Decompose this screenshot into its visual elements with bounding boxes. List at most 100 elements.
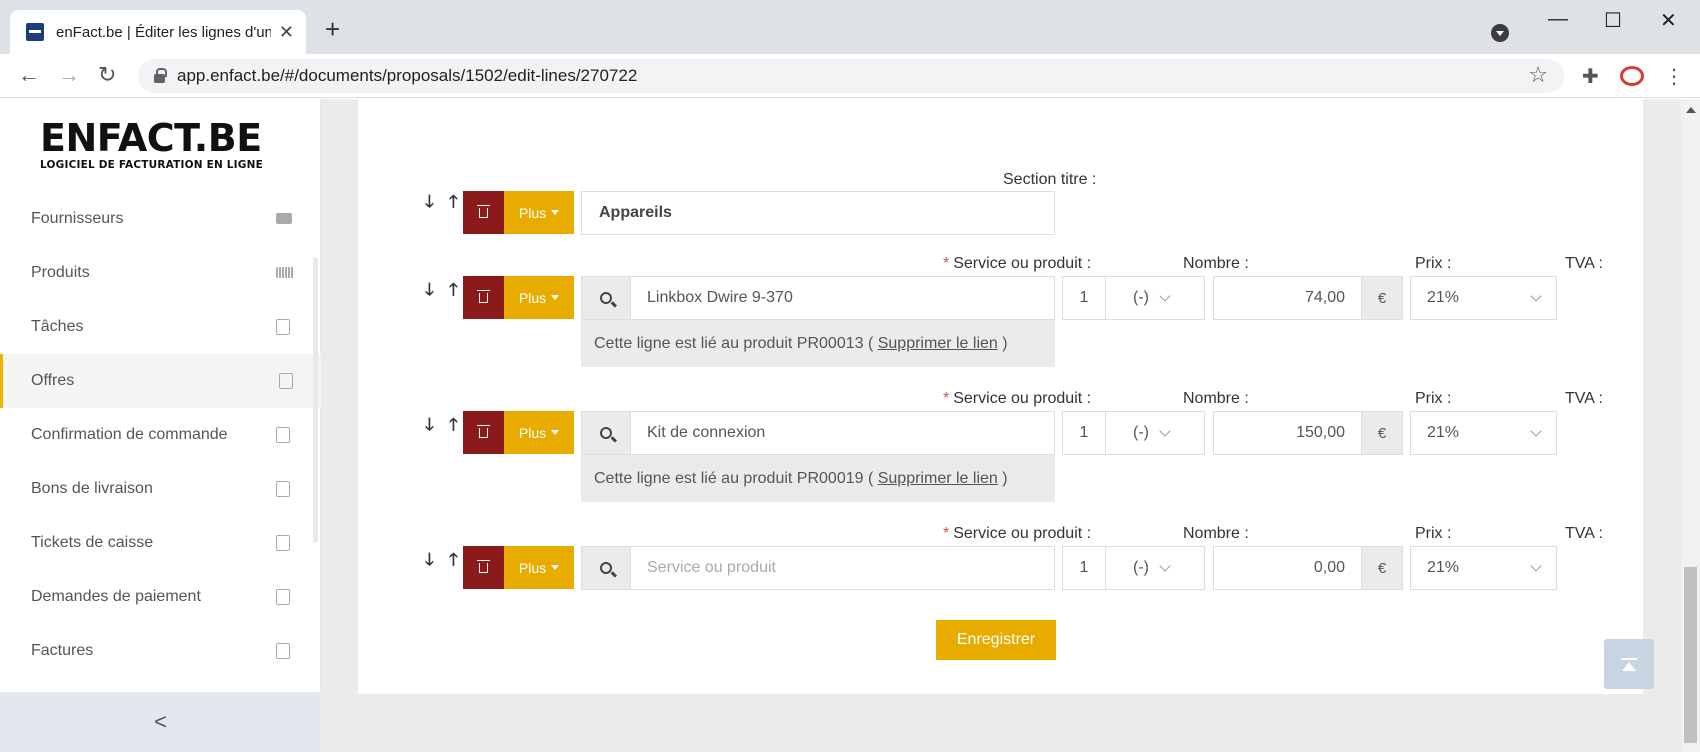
- product-input[interactable]: Kit de connexion: [630, 411, 1055, 455]
- vat-select[interactable]: 21%: [1410, 276, 1557, 320]
- link-note-prefix: Cette ligne est lié au produit PR00019 (: [594, 469, 874, 487]
- nombre-label: Nombre :: [1183, 390, 1249, 407]
- move-down-icon[interactable]: 🡓: [425, 277, 434, 306]
- move-down-icon[interactable]: 🡓: [425, 189, 434, 218]
- section-title-input[interactable]: Appareils: [581, 191, 1055, 235]
- link-note-suffix: ): [1002, 334, 1008, 352]
- sidebar-item-factures[interactable]: Factures: [0, 624, 321, 678]
- enfact-logo[interactable]: ENFACT.BE LOGICIEL DE FACTURATION EN LIG…: [40, 119, 263, 171]
- pdf-file-icon: [276, 643, 290, 659]
- sidebar-item-produits[interactable]: Produits: [0, 246, 321, 300]
- plus-dropdown-button[interactable]: Plus: [504, 276, 574, 319]
- address-bar[interactable]: app.enfact.be/#/documents/proposals/1502…: [138, 59, 1564, 93]
- page-scrollbar[interactable]: [1681, 99, 1700, 752]
- quantity-input[interactable]: 1: [1062, 411, 1106, 455]
- price-input[interactable]: 150,00: [1213, 411, 1362, 455]
- sidebar-item-fournisseurs[interactable]: Fournisseurs: [0, 192, 321, 246]
- plus-label: Plus: [518, 559, 547, 576]
- service-label-text: Service ou produit :: [953, 255, 1092, 272]
- url-text[interactable]: app.enfact.be/#/documents/proposals/1502…: [177, 66, 637, 86]
- arrow-up-icon: [1622, 661, 1636, 671]
- back-icon[interactable]: ←: [18, 62, 40, 88]
- search-icon: [600, 562, 612, 574]
- move-up-icon[interactable]: 🡑: [449, 547, 458, 576]
- scrollbar-thumb[interactable]: [1684, 567, 1697, 743]
- bookmark-star-icon[interactable]: ☆: [1528, 62, 1548, 88]
- search-icon: [600, 292, 612, 304]
- scroll-top-bar-icon: [1621, 657, 1637, 660]
- reload-icon[interactable]: ↻: [98, 62, 116, 88]
- plus-dropdown-button[interactable]: Plus: [504, 546, 574, 589]
- nombre-label: Nombre :: [1183, 525, 1249, 542]
- extension-icon[interactable]: [1620, 66, 1644, 86]
- window-close-button[interactable]: ✕: [1660, 8, 1677, 33]
- vat-select[interactable]: 21%: [1410, 546, 1557, 590]
- delete-button[interactable]: [463, 191, 504, 234]
- sidebar-collapse-button[interactable]: <: [0, 692, 321, 752]
- sidebar-item-bons-de-livraison[interactable]: Bons de livraison: [0, 462, 321, 516]
- extensions-icon[interactable]: ✚: [1582, 64, 1599, 89]
- product-link-note: Cette ligne est lié au produit PR00013 (…: [581, 320, 1055, 367]
- new-tab-button[interactable]: +: [325, 16, 340, 42]
- unit-select[interactable]: (-): [1105, 276, 1205, 320]
- tab-close-icon[interactable]: ✕: [279, 22, 294, 43]
- move-down-icon[interactable]: 🡓: [425, 547, 434, 576]
- browser-menu-icon[interactable]: ⋮: [1664, 64, 1684, 89]
- maximize-button[interactable]: ☐: [1604, 8, 1622, 33]
- vat-value: 21%: [1427, 559, 1460, 576]
- move-up-icon[interactable]: 🡑: [449, 189, 458, 218]
- browser-tabstrip: enFact.be | Éditer les lignes d'une ✕ + …: [0, 0, 1700, 54]
- delete-button[interactable]: [463, 546, 504, 589]
- delete-button[interactable]: [463, 276, 504, 319]
- sidebar-item-tickets-de-caisse[interactable]: Tickets de caisse: [0, 516, 321, 570]
- barcode-icon: [276, 267, 294, 278]
- chevron-down-icon: [1159, 425, 1171, 437]
- unit-value: (-): [1133, 559, 1149, 576]
- move-up-icon[interactable]: 🡑: [449, 412, 458, 441]
- plus-dropdown-button[interactable]: Plus: [504, 191, 574, 234]
- search-icon: [600, 427, 612, 439]
- delete-button[interactable]: [463, 411, 504, 454]
- price-input[interactable]: 74,00: [1213, 276, 1362, 320]
- move-up-icon[interactable]: 🡑: [449, 277, 458, 306]
- vat-select[interactable]: 21%: [1410, 411, 1557, 455]
- vat-value: 21%: [1427, 289, 1460, 306]
- sidebar-item-label: Confirmation de commande: [31, 426, 228, 443]
- tva-label: TVA :: [1565, 255, 1603, 272]
- tab-search-icon[interactable]: [1491, 24, 1509, 42]
- chevron-down-icon: [1530, 290, 1542, 302]
- sidebar-item-offres[interactable]: Offres: [0, 354, 321, 408]
- sidebar-item-taches[interactable]: Tâches: [0, 300, 321, 354]
- remove-link[interactable]: Supprimer le lien: [878, 335, 998, 353]
- vat-value: 21%: [1427, 424, 1460, 441]
- product-input[interactable]: Linkbox Dwire 9-370: [630, 276, 1055, 320]
- prix-label: Prix :: [1415, 390, 1452, 407]
- scroll-up-arrow-icon[interactable]: [1686, 107, 1696, 113]
- scroll-to-top-button[interactable]: [1604, 639, 1654, 689]
- quantity-input[interactable]: 1: [1062, 276, 1106, 320]
- move-down-icon[interactable]: 🡓: [425, 412, 434, 441]
- save-button[interactable]: Enregistrer: [936, 620, 1056, 660]
- plus-label: Plus: [518, 289, 547, 306]
- forward-icon[interactable]: →: [58, 62, 80, 88]
- sidebar-scrollbar[interactable]: [313, 257, 318, 543]
- price-input[interactable]: 0,00: [1213, 546, 1362, 590]
- sidebar-item-label: Tickets de caisse: [31, 534, 154, 551]
- unit-select[interactable]: (-): [1105, 411, 1205, 455]
- chevron-down-icon: [1159, 290, 1171, 302]
- product-search-button[interactable]: [581, 276, 631, 320]
- product-search-button[interactable]: [581, 411, 631, 455]
- plus-dropdown-button[interactable]: Plus: [504, 411, 574, 454]
- product-input[interactable]: Service ou produit: [630, 546, 1055, 590]
- truck-icon: [276, 213, 292, 224]
- link-note-suffix: ): [1002, 469, 1008, 487]
- quantity-input[interactable]: 1: [1062, 546, 1106, 590]
- remove-link[interactable]: Supprimer le lien: [878, 470, 998, 488]
- product-search-button[interactable]: [581, 546, 631, 590]
- unit-select[interactable]: (-): [1105, 546, 1205, 590]
- sidebar-item-confirmation-de-commande[interactable]: Confirmation de commande: [0, 408, 321, 462]
- browser-tab[interactable]: enFact.be | Éditer les lignes d'une ✕: [10, 10, 306, 54]
- minimize-button[interactable]: —: [1548, 8, 1568, 31]
- sidebar-item-demandes-de-paiement[interactable]: Demandes de paiement: [0, 570, 321, 624]
- browser-toolbar: ← → ↻ app.enfact.be/#/documents/proposal…: [0, 54, 1700, 98]
